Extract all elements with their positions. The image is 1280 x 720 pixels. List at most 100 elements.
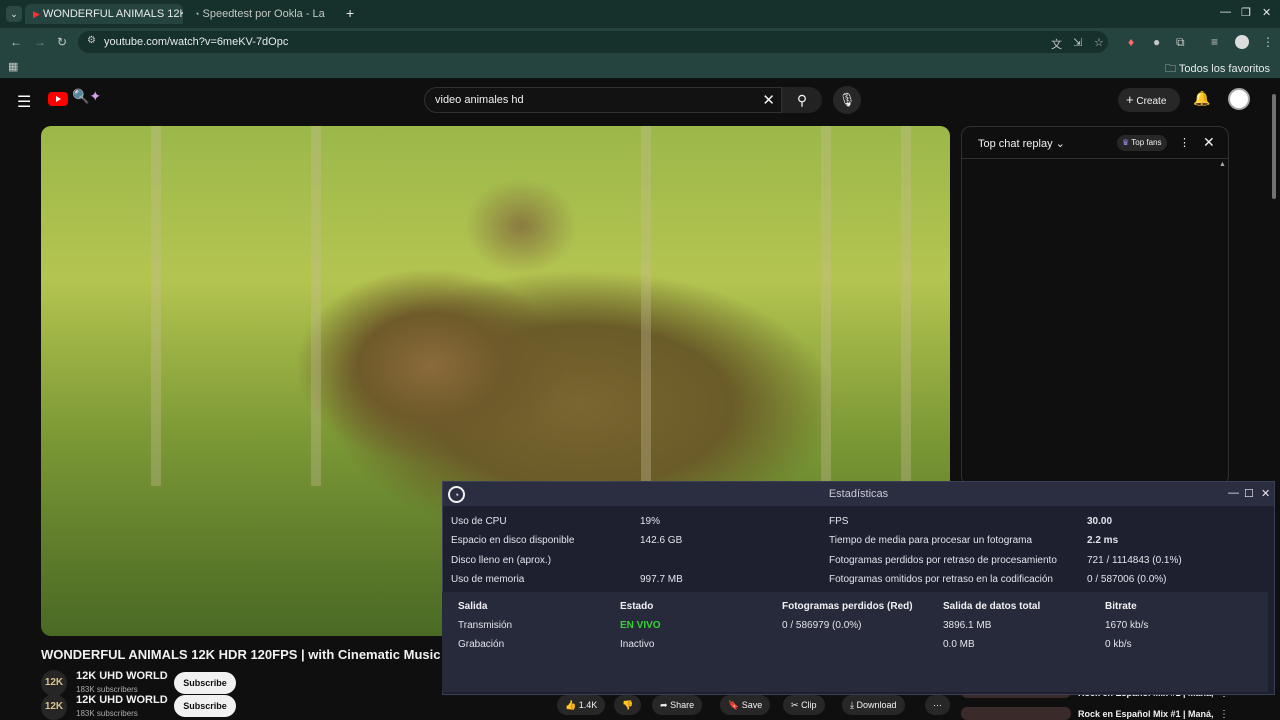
extensions-puzzle-icon[interactable]: ⧉ (1176, 35, 1185, 50)
youtube-logo[interactable] (48, 92, 68, 106)
tab-youtube[interactable]: ▶ WONDERFUL ANIMALS 12K (25, 4, 183, 24)
tab-label: Speedtest por Ookla - La (202, 8, 325, 20)
save-label: Save (741, 700, 763, 710)
voice-search-button[interactable]: 🎙 (833, 86, 861, 114)
clear-search-icon[interactable]: ✕ (762, 91, 775, 109)
search-input[interactable]: video animales hd (435, 94, 524, 106)
all-bookmarks-folder[interactable]: 🗀 Todos los favoritos (1165, 60, 1270, 79)
share-label: Share (670, 700, 695, 710)
table-cell: 0 / 586979 (0.0%) (782, 620, 862, 631)
subscriber-count: 183K subscribers (76, 709, 138, 718)
extension-icon[interactable]: ♦ (1128, 35, 1134, 49)
close-window-icon[interactable]: ✕ (1262, 6, 1271, 19)
share-button[interactable]: ➦ Share (652, 695, 703, 715)
obs-output-table: Salida Estado Fotogramas perdidos (Red) … (442, 592, 1268, 692)
all-bookmarks-label: Todos los favoritos (1178, 63, 1270, 75)
chat-mode-dropdown[interactable]: Top chat replay ⌄ (978, 137, 1065, 150)
table-cell: Grabación (458, 639, 505, 650)
crown-icon: ♛ (1122, 138, 1130, 147)
save-button[interactable]: 🔖 Save (720, 695, 771, 715)
site-info-icon[interactable]: ⚙ (87, 35, 96, 46)
chat-header: Top chat replay ⌄ ♛ Top fans ⋮ ✕ (962, 127, 1228, 159)
recommendation-title[interactable]: Rock en Español Mix #1 | Maná, (1078, 709, 1214, 719)
stat-label: FPS (829, 516, 849, 527)
more-horizontal-icon: ⋯ (933, 700, 942, 710)
like-count: 1.4K (578, 700, 598, 710)
recommendation-menu-icon[interactable]: ⋮ (1219, 709, 1229, 720)
speedtest-favicon-icon: ◔ (194, 9, 200, 19)
profile-avatar-icon[interactable] (1235, 35, 1249, 49)
recommendation-thumbnail[interactable] (961, 707, 1071, 720)
top-fans-badge[interactable]: ♛ Top fans (1117, 135, 1167, 151)
video-frame-detail (821, 126, 831, 486)
close-chat-icon[interactable]: ✕ (1203, 134, 1215, 151)
restore-icon[interactable]: ❐ (1241, 6, 1251, 19)
subscribe-button[interactable]: Subscribe (174, 695, 236, 717)
minimize-icon[interactable]: — (1220, 6, 1231, 18)
channel-avatar[interactable]: 12K (41, 694, 67, 720)
back-icon[interactable]: ← (10, 35, 22, 49)
clip-button[interactable]: ✂ Clip (783, 695, 825, 715)
download-label: Download (856, 700, 897, 710)
dislike-button[interactable]: 👎 (614, 695, 642, 715)
video-frame-detail (641, 126, 651, 486)
tab-label: WONDERFUL ANIMALS 12K (42, 8, 183, 20)
thumbs-up-icon: 👍 (565, 700, 577, 710)
stat-value: 2.2 ms (1087, 535, 1119, 546)
channel-name[interactable]: 12K UHD WORLD (76, 694, 168, 706)
search-box[interactable]: video animales hd ✕ (424, 87, 782, 113)
install-icon[interactable]: ⇲ (1073, 36, 1082, 49)
more-options-icon[interactable]: ⋮ (1179, 136, 1190, 149)
create-label: Create (1136, 96, 1167, 107)
like-button[interactable]: 👍 1.4K (557, 695, 606, 715)
table-cell: 0 kb/s (1105, 639, 1132, 650)
reload-icon[interactable]: ↻ (57, 35, 67, 49)
video-frame-detail (901, 126, 911, 486)
chat-scroll-up-icon[interactable]: ▲ (1219, 161, 1226, 168)
create-button[interactable]: + Create (1118, 88, 1180, 112)
url-text[interactable]: youtube.com/watch?v=6meKV-7dOpc (104, 36, 288, 48)
search-icon: ⚲ (796, 92, 808, 108)
more-actions-button[interactable]: ⋯ (925, 695, 950, 715)
channel-avatar[interactable]: 12K (41, 670, 67, 696)
column-header: Bitrate (1105, 601, 1137, 612)
video-frame-detail (311, 126, 321, 486)
apps-grid-icon[interactable]: ▦ (8, 60, 18, 73)
channel-name[interactable]: 12K UHD WORLD (76, 670, 168, 682)
subscribe-button[interactable]: Subscribe (174, 672, 236, 694)
column-header: Salida (458, 601, 488, 612)
media-controls-icon[interactable]: ≡ (1211, 35, 1218, 49)
address-bar-row: ← → ↻ ⚙ youtube.com/watch?v=6meKV-7dOpc … (0, 28, 1280, 56)
video-frame-detail (151, 126, 161, 486)
translate-icon[interactable]: 文 (1051, 36, 1062, 52)
stat-value: 997.7 MB (640, 574, 683, 585)
obs-close-icon[interactable]: ✕ (1261, 487, 1270, 500)
tab-speedtest[interactable]: ◔ Speedtest por Ookla - La (186, 4, 346, 24)
browser-menu-icon[interactable]: ⋮ (1262, 35, 1274, 49)
bookmark-star-icon[interactable]: ☆ (1094, 36, 1104, 49)
obs-title-bar[interactable]: ◔ Estadísticas — ☐ ✕ (443, 482, 1274, 506)
top-fans-label: Top fans (1131, 138, 1162, 147)
page-scrollbar[interactable] (1272, 94, 1276, 199)
forward-icon[interactable]: → (34, 35, 46, 49)
search-button[interactable]: ⚲ (782, 87, 822, 113)
browser-tab-strip: ⌄ ▶ WONDERFUL ANIMALS 12K ◔ Speedtest po… (0, 0, 1280, 28)
column-header: Fotogramas perdidos (Red) (782, 601, 913, 612)
obs-minimize-icon[interactable]: — (1228, 487, 1239, 499)
obs-maximize-icon[interactable]: ☐ (1244, 487, 1254, 500)
omnibox[interactable]: ⚙ youtube.com/watch?v=6meKV-7dOpc 文 ⇲ ☆ (78, 31, 1108, 53)
youtube-doodle-icon[interactable]: 🔍✦ (72, 88, 101, 105)
extension-icon[interactable]: ● (1153, 35, 1160, 49)
status-live-badge: EN VIVO (620, 620, 661, 631)
notifications-bell-icon[interactable]: 🔔 (1193, 90, 1210, 107)
table-cell: Transmisión (458, 620, 513, 631)
menu-icon[interactable]: ☰ (17, 92, 31, 112)
stat-label: Fotogramas perdidos por retraso de proce… (829, 555, 1057, 566)
stat-label: Disco lleno en (aprox.) (451, 555, 552, 566)
bookmark-icon: 🔖 (728, 700, 740, 710)
tab-search-icon[interactable]: ⌄ (6, 6, 22, 22)
account-avatar[interactable] (1228, 88, 1250, 110)
new-tab-button[interactable]: + (346, 5, 354, 21)
download-button[interactable]: ⤓ Download (842, 695, 905, 715)
microphone-icon: 🎙 (838, 92, 856, 107)
